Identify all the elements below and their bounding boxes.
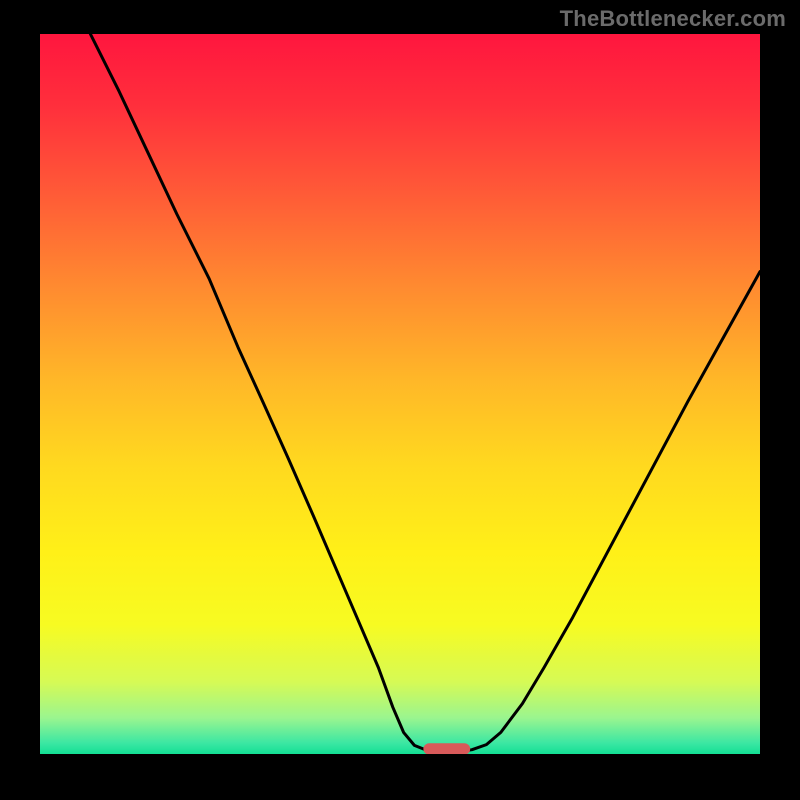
chart-frame: TheBottlenecker.com [0, 0, 800, 800]
watermark-text: TheBottlenecker.com [560, 6, 786, 32]
chart-svg [40, 34, 760, 754]
gradient-background [40, 34, 760, 754]
plot-area [40, 34, 760, 754]
target-marker [423, 743, 470, 754]
